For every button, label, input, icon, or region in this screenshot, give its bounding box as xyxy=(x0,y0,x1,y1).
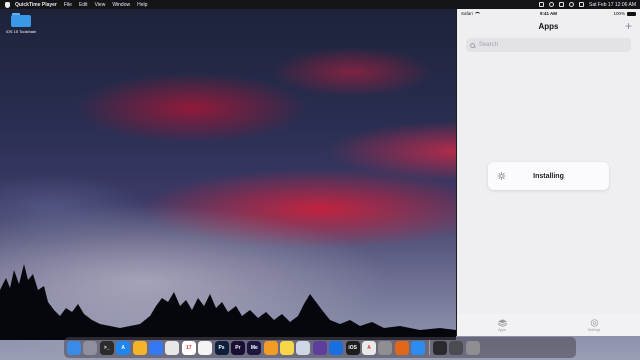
premiere-icon[interactable]: Pr xyxy=(230,340,245,355)
dock-separator xyxy=(428,340,430,355)
search-icon xyxy=(470,42,475,48)
tab-bar: Apps Settings xyxy=(457,314,640,336)
wifi-status-icon[interactable] xyxy=(549,2,555,7)
pages-icon[interactable] xyxy=(263,340,278,355)
screen-record-icon[interactable] xyxy=(539,2,545,7)
status-time: 9:41 AM xyxy=(539,11,558,16)
launchpad-icon[interactable] xyxy=(83,340,98,355)
tab-settings-label: Settings xyxy=(587,327,601,332)
messenger-icon[interactable] xyxy=(411,340,426,355)
downloads-icon[interactable] xyxy=(449,340,464,355)
desktop-folder-label: iOS 15 Toolchain xyxy=(5,29,37,34)
page-title: Apps xyxy=(538,22,559,31)
search-field[interactable]: Search xyxy=(466,38,631,52)
spotlight-icon[interactable] xyxy=(569,2,575,7)
safari-icon[interactable] xyxy=(148,340,163,355)
menu-edit[interactable]: Edit xyxy=(79,2,88,8)
menu-bar: QuickTime Player File Edit View Window H… xyxy=(0,0,640,9)
photos-icon[interactable] xyxy=(132,340,147,355)
github-icon[interactable] xyxy=(312,340,327,355)
app-name-menu[interactable]: QuickTime Player xyxy=(15,2,57,8)
desktop-folder[interactable]: iOS 15 Toolchain xyxy=(4,13,38,34)
menu-help[interactable]: Help xyxy=(137,2,147,8)
calendar-icon[interactable]: 17 xyxy=(181,340,196,355)
media-encoder-icon[interactable]: Me xyxy=(247,340,262,355)
search-placeholder: Search xyxy=(479,42,499,48)
ios-simulator-window[interactable]: Safari 9:41 AM 100% Apps + Search Instal… xyxy=(456,9,640,336)
reminders-icon[interactable] xyxy=(198,340,213,355)
tab-apps-label: Apps xyxy=(498,327,507,332)
app-store-icon[interactable]: A xyxy=(116,340,131,355)
menubar-clock[interactable]: Sat Feb 17 12:06 AM xyxy=(589,2,636,8)
control-center-icon[interactable] xyxy=(579,2,585,7)
system-preferences-icon[interactable] xyxy=(378,340,393,355)
ios-dev-icon[interactable]: iOS xyxy=(345,340,360,355)
folder-icon xyxy=(11,13,31,27)
terminal-icon[interactable]: >_ xyxy=(99,340,114,355)
status-bar: Safari 9:41 AM 100% xyxy=(457,9,640,18)
navigation-bar: Apps + xyxy=(457,18,640,36)
tab-settings[interactable]: Settings xyxy=(587,318,601,332)
screenshot-icon[interactable] xyxy=(432,340,447,355)
installing-label: Installing xyxy=(533,172,564,180)
xcode-icon[interactable] xyxy=(329,340,344,355)
firefox-icon[interactable] xyxy=(394,340,409,355)
battery-status-icon[interactable] xyxy=(559,2,565,7)
gear-icon xyxy=(590,318,598,327)
photoshop-icon[interactable]: Ps xyxy=(214,340,229,355)
menu-view[interactable]: View xyxy=(95,2,106,8)
apple-menu-icon[interactable] xyxy=(5,1,10,8)
chrome-icon[interactable] xyxy=(165,340,180,355)
stack-icon xyxy=(497,318,507,327)
add-button[interactable]: + xyxy=(625,20,632,32)
finder-icon[interactable] xyxy=(67,340,81,355)
menu-window[interactable]: Window xyxy=(112,2,130,8)
preview-icon[interactable] xyxy=(296,340,311,355)
tab-apps[interactable]: Apps xyxy=(497,318,507,332)
installing-dialog: Installing xyxy=(488,162,609,190)
notes-icon[interactable] xyxy=(280,340,295,355)
menu-file[interactable]: File xyxy=(64,2,72,8)
trash-icon[interactable] xyxy=(465,340,480,355)
tree-silhouettes xyxy=(0,264,456,340)
dock: >_ A 17 Ps Pr Me iOS A xyxy=(64,337,576,358)
font-book-icon[interactable]: A xyxy=(362,340,377,355)
